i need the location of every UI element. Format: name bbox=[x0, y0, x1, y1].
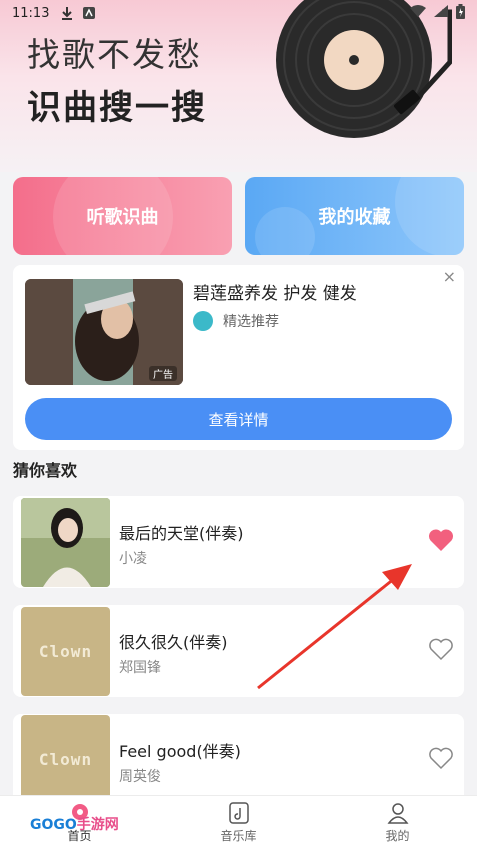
nav-library[interactable]: 音乐库 bbox=[179, 801, 299, 844]
song-cover: Clown bbox=[21, 606, 110, 696]
nav-library-label: 音乐库 bbox=[220, 829, 257, 843]
music-library-icon bbox=[228, 802, 249, 824]
ad-label: 广告 bbox=[149, 366, 177, 381]
section-title: 猜你喜欢 bbox=[13, 461, 78, 480]
watermark-part2: 手游网 bbox=[76, 817, 119, 833]
song-list-item[interactable]: Clown 很久很久(伴奏) 郑国锋 bbox=[13, 605, 464, 697]
watermark-logo: GOGO手游网 bbox=[30, 814, 119, 834]
listen-identify-label: 听歌识曲 bbox=[86, 207, 159, 228]
heart-outline-icon[interactable] bbox=[428, 637, 454, 661]
song-list-item[interactable]: 最后的天堂(伴奏) 小凌 bbox=[13, 496, 464, 588]
watermark-part1: GOGO bbox=[30, 817, 77, 833]
nav-mine-label: 我的 bbox=[385, 829, 410, 843]
ad-title[interactable]: 碧莲盛养发 护发 健发 bbox=[193, 279, 357, 304]
song-cover: Clown bbox=[21, 714, 110, 804]
decor-heart bbox=[245, 194, 328, 255]
wifi-icon bbox=[410, 5, 426, 21]
ad-card[interactable]: × 广告 碧莲盛养发 护发 健发 精选推荐 查看详情 bbox=[13, 265, 464, 450]
song-artist: 郑国锋 bbox=[119, 660, 161, 676]
profile-icon bbox=[386, 803, 409, 824]
song-artist: 小凌 bbox=[119, 551, 147, 567]
my-favorites-button[interactable]: 我的收藏 bbox=[245, 177, 464, 255]
my-favorites-label: 我的收藏 bbox=[318, 207, 391, 228]
ad-source-icon bbox=[193, 311, 213, 331]
cover-text: Clown bbox=[38, 749, 93, 769]
view-details-button[interactable]: 查看详情 bbox=[25, 398, 452, 440]
ad-thumbnail[interactable]: 广告 bbox=[25, 279, 183, 385]
status-time: 11:13 bbox=[12, 5, 50, 21]
decor-circle bbox=[395, 177, 464, 255]
signal-icon bbox=[434, 5, 448, 21]
ad-tag-label: 精选推荐 bbox=[223, 314, 279, 330]
song-list-item[interactable]: Clown Feel good(伴奏) 周英俊 bbox=[13, 714, 464, 804]
song-title: 很久很久(伴奏) bbox=[119, 633, 228, 652]
song-title: Feel good(伴奏) bbox=[119, 742, 241, 761]
notification-app-icon bbox=[83, 7, 96, 19]
close-icon[interactable]: × bbox=[443, 267, 456, 286]
cover-photo-illustration bbox=[21, 497, 110, 587]
ad-tag: 精选推荐 bbox=[193, 311, 279, 331]
listen-identify-button[interactable]: 听歌识曲 bbox=[13, 177, 232, 255]
song-artist: 周英俊 bbox=[119, 769, 161, 785]
nav-mine[interactable]: 我的 bbox=[338, 801, 458, 844]
heart-filled-icon[interactable] bbox=[428, 528, 454, 552]
heart-outline-icon[interactable] bbox=[428, 746, 454, 770]
hero-slogan-line2: 识曲搜一搜 bbox=[27, 88, 207, 128]
battery-icon bbox=[456, 3, 465, 23]
cover-text: Clown bbox=[38, 641, 93, 661]
hero-slogan-line1: 找歌不发愁 bbox=[27, 35, 202, 74]
song-cover bbox=[21, 497, 110, 587]
download-icon bbox=[61, 6, 73, 20]
status-bar: 11:13 bbox=[0, 0, 477, 26]
song-title: 最后的天堂(伴奏) bbox=[119, 524, 244, 543]
